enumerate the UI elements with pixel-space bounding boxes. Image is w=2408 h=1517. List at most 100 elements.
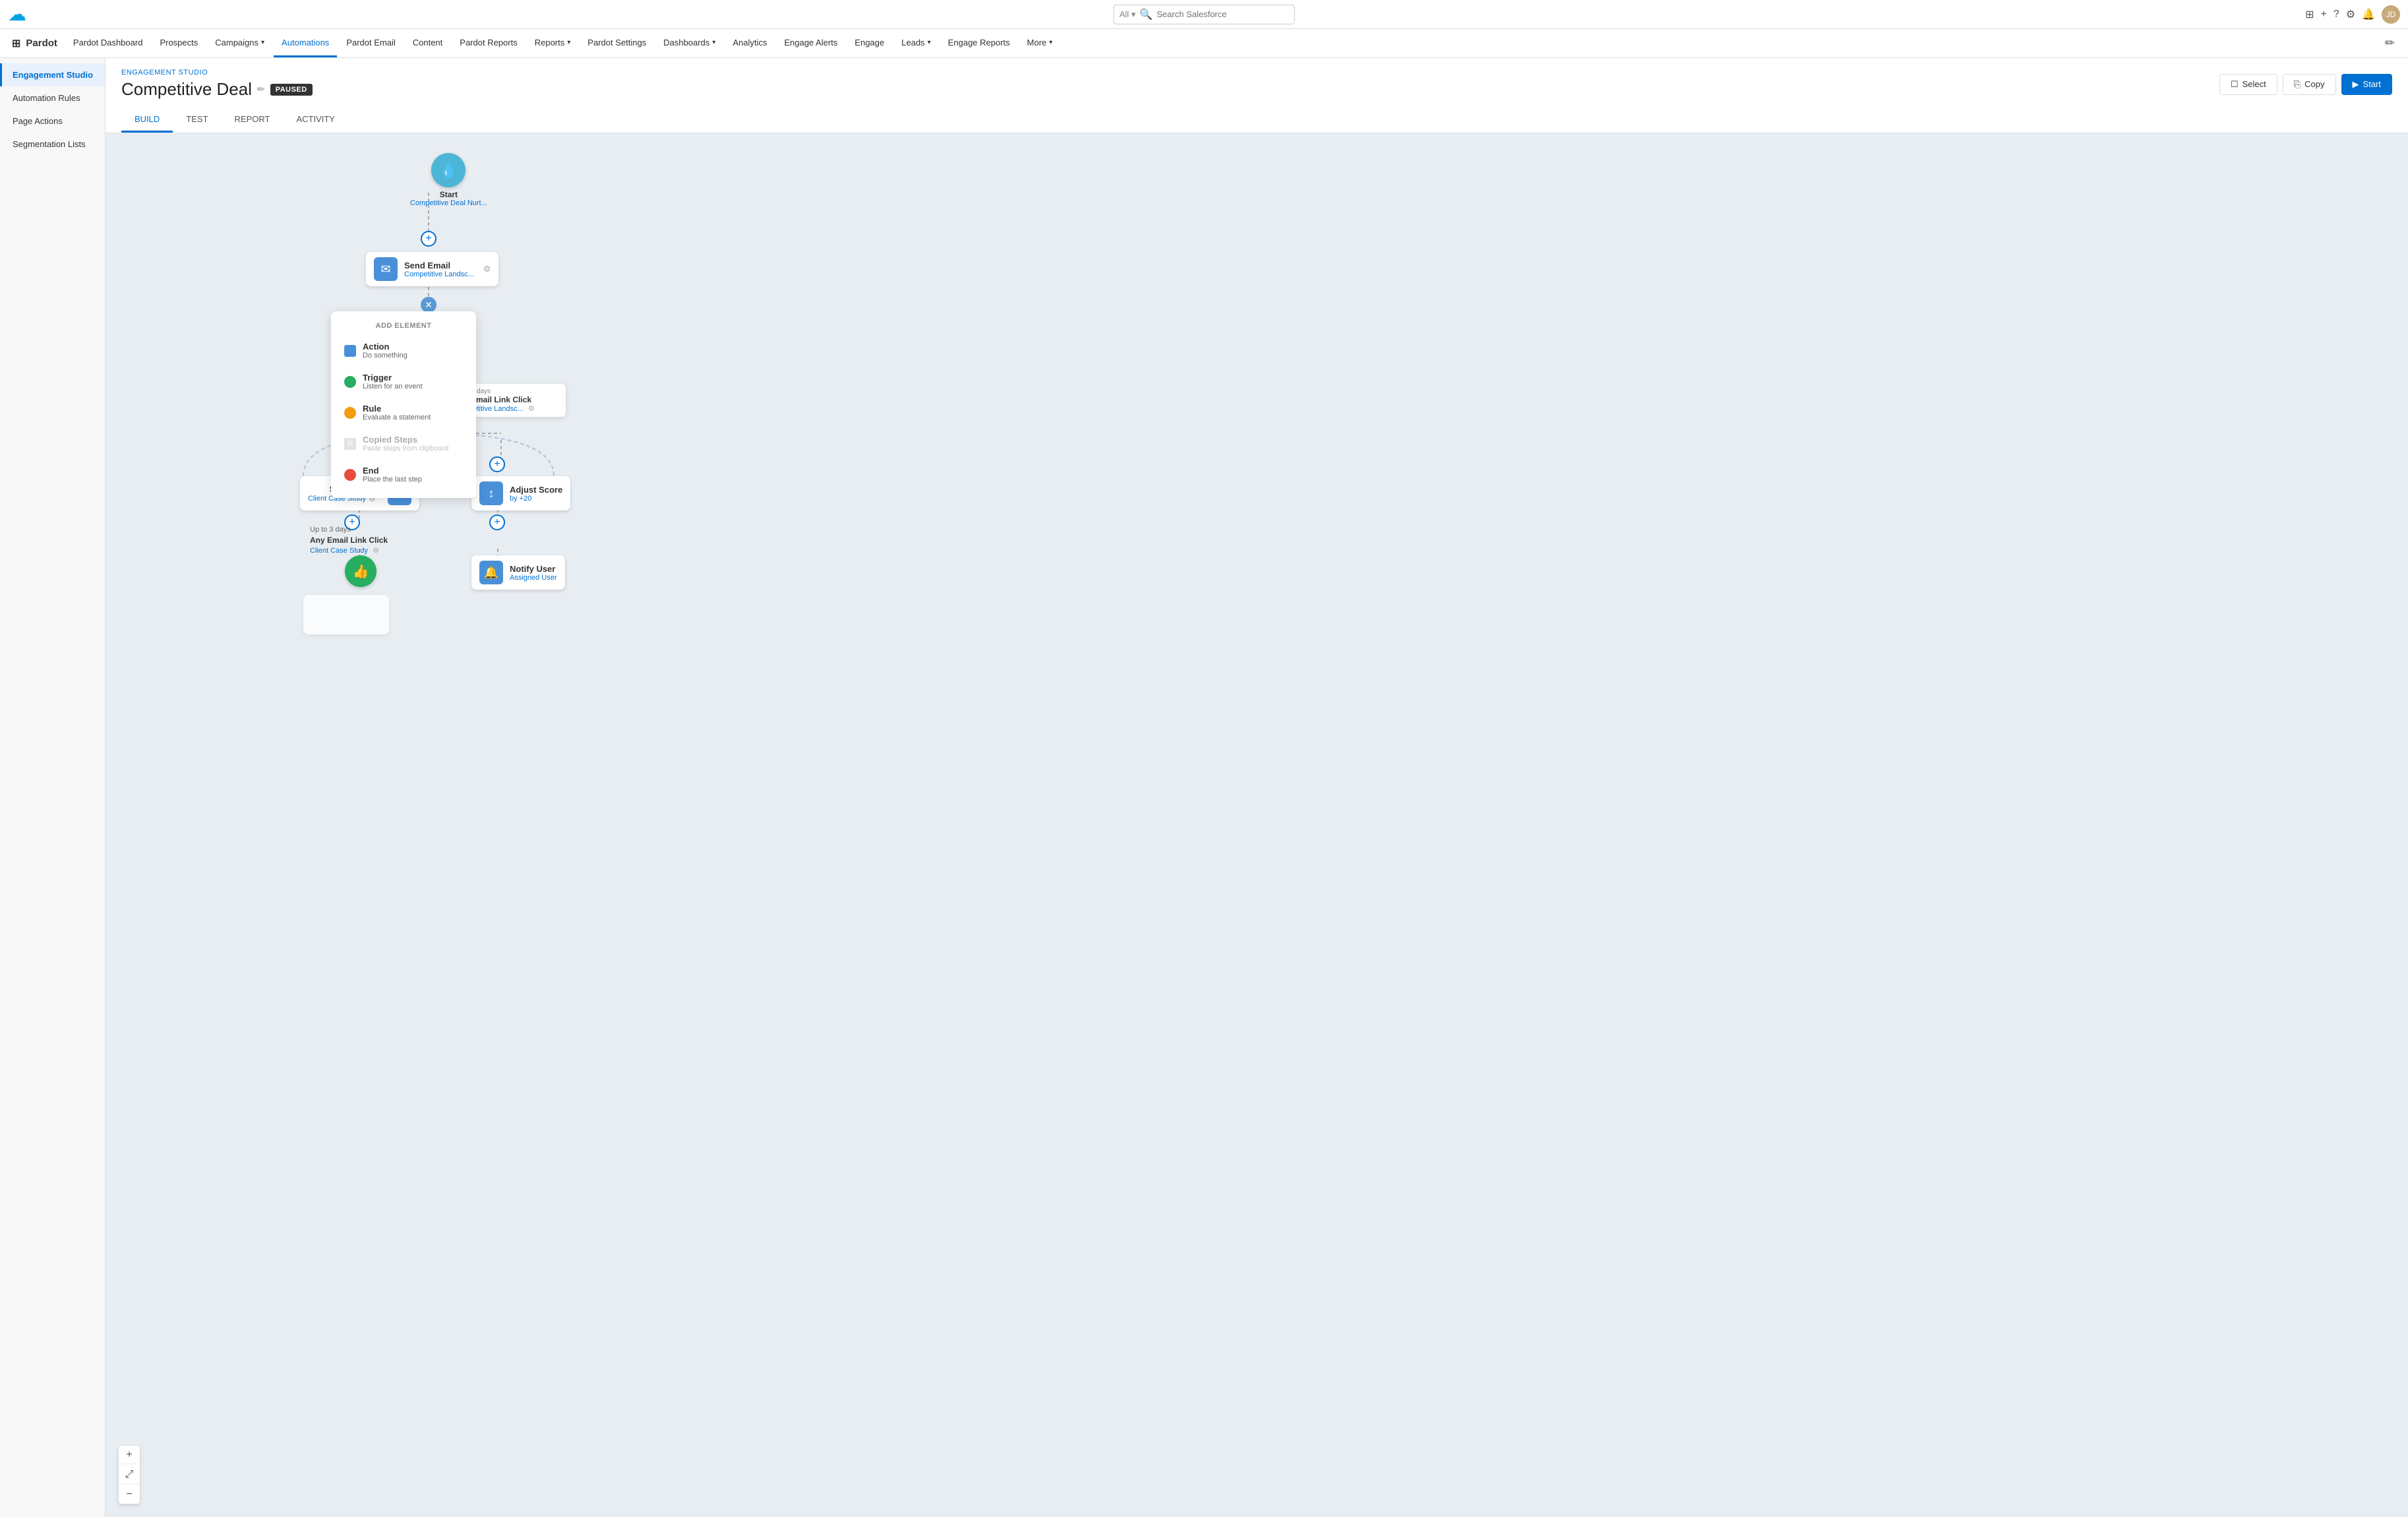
trigger-dot — [344, 376, 356, 388]
app-name: Pardot — [26, 38, 57, 49]
topbar-actions: ⊞ + ? ⚙ 🔔 JD — [2305, 5, 2400, 24]
title-edit-icon[interactable]: ✏ — [257, 84, 265, 95]
send-email-1-sub: Competitive Landsc... — [404, 270, 474, 278]
page-header-actions: ☐ Select ⎘ Copy ▶ Start — [2219, 74, 2392, 95]
flow-container: 💧 Start Competitive Deal Nurt... + ✉ Sen… — [105, 133, 2408, 1517]
trigger-1-gear[interactable]: ⚙ — [528, 405, 535, 413]
copy-icon: ⎘ — [2294, 79, 2301, 90]
copy-button[interactable]: ⎘ Copy — [2283, 74, 2336, 95]
start-label: Start — [440, 190, 458, 199]
nav-engage[interactable]: Engage — [847, 29, 892, 57]
send-email-1-text: Send Email Competitive Landsc... — [404, 261, 474, 278]
send-email-1-icon: ✉ — [374, 257, 398, 281]
send-email-1-gear[interactable]: ⚙ — [483, 264, 491, 274]
trigger-2-circle: 👍 — [345, 555, 376, 587]
topbar: ☁ All ▾ 🔍 ⊞ + ? ⚙ 🔔 JD — [0, 0, 2408, 29]
adjust-score-text: Adjust Score by +20 — [510, 485, 562, 503]
notify-user-text: Notify User Assigned User — [510, 564, 557, 582]
nav-campaigns[interactable]: Campaigns▾ — [207, 29, 272, 57]
add-element-action[interactable]: Action Do something — [331, 335, 476, 366]
page-header-left: ENGAGEMENT STUDIO Competitive Deal ✏ PAU… — [121, 69, 313, 100]
rule-text: Rule Evaluate a statement — [363, 404, 431, 421]
nav-analytics[interactable]: Analytics — [725, 29, 775, 57]
sidebar-item-segmentation-lists[interactable]: Segmentation Lists — [0, 133, 105, 156]
rule-dot — [344, 407, 356, 419]
zoom-in-button[interactable]: + — [119, 1446, 140, 1464]
sidebar-item-page-actions[interactable]: Page Actions — [0, 109, 105, 133]
add-element-end[interactable]: End Place the last step — [331, 459, 476, 490]
grid-icon[interactable]: ⊞ — [2305, 8, 2314, 21]
page-header: ENGAGEMENT STUDIO Competitive Deal ✏ PAU… — [105, 58, 2408, 133]
add-element-trigger[interactable]: Trigger Listen for an event — [331, 366, 476, 397]
tab-report[interactable]: REPORT — [222, 108, 284, 133]
nav-engage-reports[interactable]: Engage Reports — [940, 29, 1018, 57]
search-input[interactable] — [1157, 9, 1288, 19]
nav-dashboards[interactable]: Dashboards▾ — [655, 29, 723, 57]
add-btn-1[interactable]: + — [421, 231, 436, 247]
nav-reports[interactable]: Reports▾ — [527, 29, 579, 57]
zoom-fit-button[interactable]: ⤢ — [119, 1466, 140, 1484]
help-icon[interactable]: ? — [2333, 9, 2339, 20]
select-icon: ☐ — [2231, 79, 2239, 90]
main-content: ENGAGEMENT STUDIO Competitive Deal ✏ PAU… — [105, 58, 2408, 1517]
nav-prospects[interactable]: Prospects — [152, 29, 206, 57]
send-email-1-box: ✉ Send Email Competitive Landsc... ⚙ — [366, 252, 498, 286]
more-caret: ▾ — [1049, 39, 1052, 46]
notify-user-sub: Assigned User — [510, 574, 557, 582]
add-btn-right-2[interactable]: + — [489, 514, 505, 530]
add-btn-right[interactable]: + — [489, 456, 505, 472]
notify-user-title: Notify User — [510, 564, 557, 574]
page-title-row: Competitive Deal ✏ PAUSED — [121, 79, 313, 100]
notify-user-box: 🔔 Notify User Assigned User — [471, 555, 565, 590]
start-button[interactable]: ▶ Start — [2341, 74, 2392, 95]
nav-pardot-dashboard[interactable]: Pardot Dashboard — [65, 29, 151, 57]
sidebar-item-automation-rules[interactable]: Automation Rules — [0, 86, 105, 109]
trigger-text: Trigger Listen for an event — [363, 373, 423, 390]
tabs: BUILD TEST REPORT ACTIVITY — [121, 108, 2392, 133]
notify-user-icon: 🔔 — [479, 561, 503, 584]
search-filter-selector[interactable]: All ▾ — [1120, 9, 1136, 20]
trigger-2-label: Any Email Link Click — [310, 536, 388, 545]
nav-automations[interactable]: Automations — [274, 29, 337, 57]
nav-content[interactable]: Content — [405, 29, 451, 57]
nav-pardot-reports[interactable]: Pardot Reports — [452, 29, 525, 57]
tab-build[interactable]: BUILD — [121, 108, 173, 133]
nav-engage-alerts[interactable]: Engage Alerts — [776, 29, 845, 57]
end-text: End Place the last step — [363, 466, 422, 483]
start-sublabel: Competitive Deal Nurt... — [410, 199, 487, 207]
avatar[interactable]: JD — [2382, 5, 2400, 24]
trigger-2-days-label: Up to 3 days — [310, 526, 351, 534]
plus-icon[interactable]: + — [2320, 9, 2326, 20]
tab-activity[interactable]: ACTIVITY — [283, 108, 348, 133]
nav-leads[interactable]: Leads▾ — [893, 29, 938, 57]
add-element-close-btn[interactable]: ✕ — [421, 297, 436, 313]
trigger-2-gear[interactable]: ⚙ — [373, 547, 379, 555]
zoom-controls: + ⤢ − — [119, 1446, 140, 1504]
copied-text: Copied Steps Paste steps from clipboard — [363, 435, 448, 452]
dashboards-caret: ▾ — [712, 39, 715, 46]
select-button[interactable]: ☐ Select — [2219, 74, 2277, 95]
send-email-1-node: ✉ Send Email Competitive Landsc... ⚙ — [366, 252, 498, 286]
nav-pardot-email[interactable]: Pardot Email — [338, 29, 403, 57]
bell-icon[interactable]: 🔔 — [2362, 8, 2375, 21]
nav-more[interactable]: More▾ — [1019, 29, 1061, 57]
adjust-score-sub: by +20 — [510, 495, 562, 503]
edit-pencil-icon[interactable]: ✏ — [2377, 29, 2403, 57]
add-element-rule[interactable]: Rule Evaluate a statement — [331, 397, 476, 428]
start-node: 💧 Start Competitive Deal Nurt... — [410, 153, 487, 207]
start-circle: 💧 — [431, 153, 466, 187]
campaigns-caret: ▾ — [261, 39, 264, 46]
add-element-panel: ADD ELEMENT Action Do something Trigger … — [331, 311, 476, 498]
nav-pardot-settings[interactable]: Pardot Settings — [580, 29, 654, 57]
search-bar[interactable]: All ▾ 🔍 — [1114, 5, 1295, 24]
app-launcher[interactable]: ⊞ Pardot — [5, 29, 64, 57]
gear-icon[interactable]: ⚙ — [2346, 8, 2355, 21]
status-badge: PAUSED — [270, 84, 313, 96]
adjust-score-icon: ↕ — [479, 481, 503, 505]
salesforce-logo: ☁ — [8, 5, 26, 24]
tab-test[interactable]: TEST — [173, 108, 221, 133]
add-element-header: ADD ELEMENT — [331, 319, 476, 335]
action-dot — [344, 345, 356, 357]
sidebar-item-engagement-studio[interactable]: Engagement Studio — [0, 63, 105, 86]
zoom-out-button[interactable]: − — [119, 1485, 140, 1504]
